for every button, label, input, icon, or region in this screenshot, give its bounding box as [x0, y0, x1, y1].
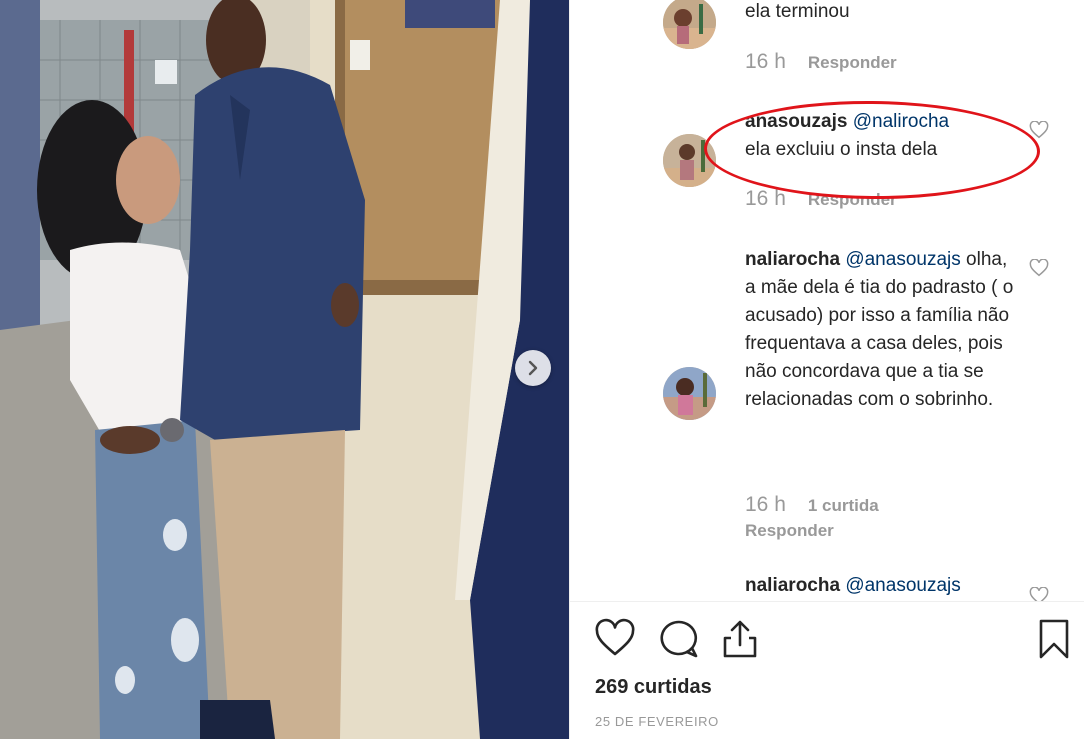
like-comment-heart-icon[interactable] [1029, 121, 1049, 139]
comment-text-content: ela excluiu o insta dela [745, 139, 938, 160]
comment-text: naliarocha @anasouzajs olha, a mãe dela … [745, 246, 1015, 414]
comment-time[interactable]: 16 h [745, 50, 786, 74]
share-icon[interactable] [719, 618, 761, 660]
comment-mention[interactable]: @anasouzajs [845, 249, 960, 270]
comment-time[interactable]: 16 h [745, 187, 786, 211]
bookmark-icon[interactable] [1033, 618, 1075, 660]
like-comment-heart-icon[interactable] [1029, 587, 1049, 601]
comment-text-content: ela terminou [745, 1, 850, 22]
comment-username[interactable]: naliarocha [745, 575, 840, 596]
comment-list[interactable]: ela terminou 16 h Responder anasouzajs @… [570, 0, 1084, 601]
comment-meta: 16 h Responder [745, 50, 897, 74]
reply-button[interactable]: Responder [808, 190, 897, 210]
comment-username[interactable]: anasouzajs [745, 111, 847, 132]
comment-mention[interactable]: @anasouzajs [845, 575, 960, 596]
comment-icon[interactable] [658, 618, 700, 660]
comment-mention[interactable]: @nalirocha [853, 111, 949, 132]
comments-panel: ela terminou 16 h Responder anasouzajs @… [569, 0, 1084, 739]
photo-illustration [0, 0, 569, 739]
avatar[interactable] [663, 367, 716, 420]
comment-meta: 16 h 1 curtida [745, 493, 879, 517]
avatar[interactable] [663, 0, 716, 49]
heart-icon[interactable] [594, 618, 636, 660]
next-photo-button[interactable] [515, 350, 551, 386]
post-date: 25 DE FEVEREIRO [595, 714, 719, 729]
post-photo [0, 0, 569, 739]
avatar[interactable] [663, 134, 716, 187]
likes-count[interactable]: 269 curtidas [595, 676, 712, 699]
chevron-right-icon [528, 360, 538, 376]
comment-time[interactable]: 16 h [745, 493, 786, 517]
comment-text: naliarocha @anasouzajs [745, 572, 1015, 600]
comment-meta: 16 h Responder [745, 187, 897, 211]
like-comment-heart-icon[interactable] [1029, 259, 1049, 277]
comment-username[interactable]: naliarocha [745, 249, 840, 270]
post-actions [570, 618, 1084, 664]
comment-likes[interactable]: 1 curtida [808, 496, 879, 516]
reply-button[interactable]: Responder [745, 521, 834, 541]
comment-text-content: olha, a mãe dela é tia do padrasto ( o a… [745, 249, 1014, 410]
reply-button[interactable]: Responder [808, 53, 897, 73]
divider [570, 601, 1084, 602]
comment-text: anasouzajs @nalirocha ela excluiu o inst… [745, 108, 1015, 164]
comment-text: ela terminou [745, 0, 1015, 26]
